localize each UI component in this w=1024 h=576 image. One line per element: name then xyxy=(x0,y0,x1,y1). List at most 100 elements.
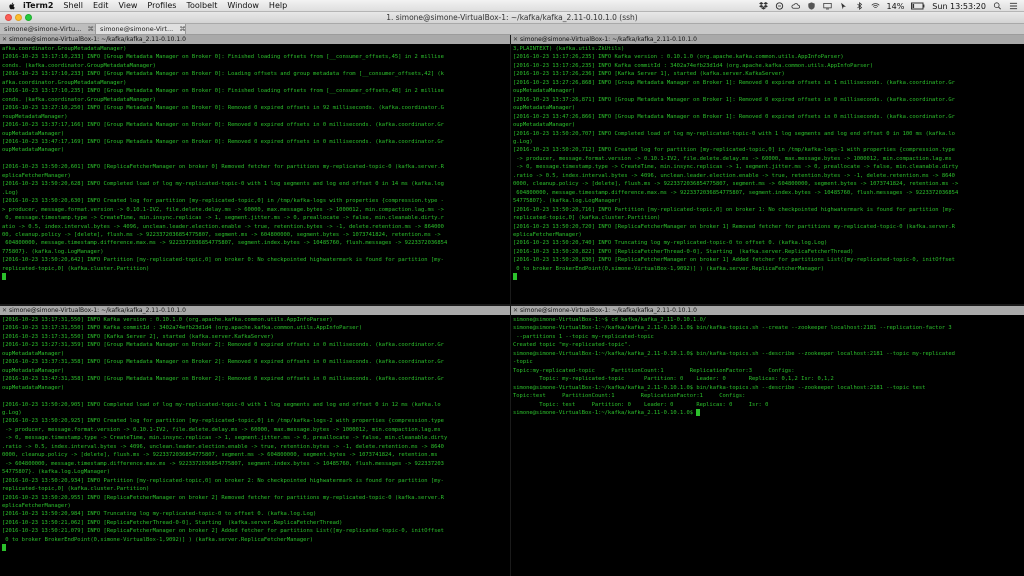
terminal-line: [2016-10-23 13:17:31,550] INFO Kafka ver… xyxy=(2,317,333,323)
terminal-cursor xyxy=(2,273,6,281)
pane-title: simone@simone-VirtualBox-1: ~/kafka/kafk… xyxy=(520,307,697,314)
terminal-line: conds. (kafka.coordinator.GroupMetadataM… xyxy=(2,96,156,103)
close-pane-icon[interactable]: ✕ xyxy=(2,35,9,44)
terminal-line: -> 0, message.timestamp.type -> CreateTi… xyxy=(2,435,448,442)
terminal-line: eplicaFetcherManager) xyxy=(2,502,71,509)
close-pane-icon[interactable]: ✕ xyxy=(2,306,9,315)
dropbox-icon[interactable] xyxy=(758,2,768,10)
terminal-line: Topic: test Partition: 0 Leader: 0 Repli… xyxy=(513,401,769,408)
terminal-pane-broker-0[interactable]: ✕ simone@simone-VirtualBox-1: ~/kafka/kaf… xyxy=(0,35,510,304)
terminal-line: [2016-10-23 13:17:26,235] INFO Kafka com… xyxy=(513,62,874,69)
terminal-line: .ratio -> 0.5, index.interval.bytes -> 4… xyxy=(513,172,955,179)
terminal-line: 0, message.timestamp.type -> CreateTime,… xyxy=(2,215,444,222)
terminal-line: afka.coordinator.GroupMetadataManager) xyxy=(2,46,127,52)
terminal-line: [2016-10-23 13:50:20,642] INFO Partition… xyxy=(2,257,444,264)
terminal-line: -> producer, message.format.version -> 0… xyxy=(513,155,952,162)
terminal-pane-broker-1[interactable]: ✕ simone@simone-VirtualBox-1: ~/kafka/kaf… xyxy=(511,35,1024,304)
terminal-pane-shell[interactable]: ✕ simone@simone-VirtualBox-1: ~/kafka/kaf… xyxy=(511,306,1024,576)
bluetooth-icon[interactable] xyxy=(855,2,864,10)
menu-edit[interactable]: Edit xyxy=(93,0,109,12)
terminal-line: [2016-10-23 13:50:20,955] INFO [ReplicaF… xyxy=(2,494,444,501)
menu-app-iterm2[interactable]: iTerm2 xyxy=(23,0,53,12)
terminal-line: [2016-10-23 13:50:20,822] INFO [ReplicaF… xyxy=(513,248,854,255)
menu-toolbelt[interactable]: Toolbelt xyxy=(186,0,217,12)
terminal-line: oupMetadataManager) xyxy=(513,88,576,95)
terminal-line: eplicaFetcherManager) xyxy=(513,231,582,238)
terminal-line: [2016-10-23 13:17:26,236] INFO [Kafka Se… xyxy=(513,71,785,78)
terminal-line: [2016-10-23 13:50:20,830] INFO [ReplicaF… xyxy=(513,257,955,264)
cursor-line xyxy=(513,273,1022,281)
terminal-line: oupMetadataManager) xyxy=(2,350,65,357)
terminal-line: [2016-10-23 13:17:10,233] INFO [Group Me… xyxy=(2,71,444,78)
cursor-icon[interactable] xyxy=(839,2,848,10)
terminal-line: Topic:my-replicated-topic PartitionCount… xyxy=(513,367,795,374)
terminal-line: [2016-10-23 13:50:20,712] INFO Created l… xyxy=(513,147,955,154)
terminal-output: simone@simone-VirtualBox-1:~$ cd kafka/k… xyxy=(511,315,1024,418)
terminal-line: oupMetadataManager) xyxy=(2,384,65,391)
terminal-line: simone@simone-VirtualBox-1:~$ cd kafka/k… xyxy=(513,317,707,323)
evernote-icon[interactable] xyxy=(775,2,784,10)
menu-help[interactable]: Help xyxy=(269,0,287,12)
close-pane-icon[interactable]: ✕ xyxy=(513,306,520,315)
clock[interactable]: Sun 13:53:20 xyxy=(932,2,986,11)
terminal-pane-broker-2[interactable]: ✕ simone@simone-VirtualBox-1: ~/kafka/kaf… xyxy=(0,306,510,576)
shield-icon[interactable] xyxy=(807,2,816,10)
tab-shortcut: ⌘2 xyxy=(179,25,186,33)
terminal-line: [2016-10-23 13:50:20,716] INFO Partition… xyxy=(513,206,955,213)
tab-2[interactable]: simone@simone-Virt... ⌘2 xyxy=(96,24,186,34)
terminal-line: oupMetadataManager) xyxy=(2,130,65,137)
menu-view[interactable]: View xyxy=(118,0,137,12)
cloud-icon[interactable] xyxy=(791,2,800,10)
terminal-line: .Log) xyxy=(2,189,19,196)
terminal-line: 775807}. (kafka.log.LogManager) xyxy=(2,248,104,255)
terminal-line: [2016-10-23 13:17:10,235] INFO [Group Me… xyxy=(2,88,444,95)
terminal-line: oupMetadataManager) xyxy=(2,147,65,154)
close-pane-icon[interactable]: ✕ xyxy=(513,35,520,44)
menu-bar: iTerm2 Shell Edit View Profiles Toolbelt… xyxy=(0,0,1024,12)
terminal-line: [2016-10-23 13:50:20,630] INFO Created l… xyxy=(2,198,444,205)
terminal-line: [2016-10-23 13:50:21,062] INFO [ReplicaF… xyxy=(2,519,343,526)
terminal-output: afka.coordinator.GroupMetadataManager) [2… xyxy=(0,44,510,283)
terminal-line: [2016-10-23 13:47:26,866] INFO [Group Me… xyxy=(513,113,955,120)
pane-header: ✕ simone@simone-VirtualBox-1: ~/kafka/kaf… xyxy=(0,306,510,315)
status-area: 14% Sun 13:53:20 xyxy=(752,0,1018,12)
terminal-output: 3,PLAINTEXT) (kafka.utils.ZkUtils) [2016-… xyxy=(511,44,1024,283)
menu-window[interactable]: Window xyxy=(227,0,259,12)
terminal-line: [2016-10-23 13:50:20,628] INFO Completed… xyxy=(2,181,444,188)
pane-header: ✕ simone@simone-VirtualBox-1: ~/kafka/kaf… xyxy=(0,35,510,44)
notification-center-icon[interactable] xyxy=(1009,2,1018,10)
terminal-line: replicated-topic,0] (kafka.cluster.Parti… xyxy=(2,265,150,272)
terminal-line: conds. (kafka.coordinator.GroupMetadataM… xyxy=(2,62,156,69)
terminal-line: [2016-10-23 13:50:20,740] INFO Truncatin… xyxy=(513,240,828,247)
tab-1[interactable]: simone@simone-Virtu... ⌘1 xyxy=(0,24,96,34)
terminal-line: [2016-10-23 13:50:20,720] INFO [ReplicaF… xyxy=(513,223,955,230)
terminal-line: 54775807}. (kafka.log.LogManager) xyxy=(513,198,622,205)
wifi-icon[interactable] xyxy=(870,2,880,10)
battery-icon[interactable] xyxy=(911,2,925,10)
terminal-line: g.Log) xyxy=(513,138,533,145)
terminal-line: 604800000, message.timestamp.difference.… xyxy=(2,240,448,247)
display-icon[interactable] xyxy=(822,2,832,10)
menu-profiles[interactable]: Profiles xyxy=(147,0,176,12)
cursor-line xyxy=(2,273,508,281)
terminal-line: simone@simone-VirtualBox-1:~/kafka/kafka… xyxy=(513,350,955,357)
terminal-line: 3,PLAINTEXT) (kafka.utils.ZkUtils) xyxy=(513,46,625,52)
terminal-line: replicated-topic,0] (kafka.cluster.Parti… xyxy=(2,486,150,493)
menu-shell[interactable]: Shell xyxy=(63,0,83,12)
pane-header: ✕ simone@simone-VirtualBox-1: ~/kafka/kaf… xyxy=(511,306,1024,315)
cursor-line xyxy=(2,544,508,552)
terminal-line: [2016-10-23 13:17:10,233] INFO [Group Me… xyxy=(2,54,444,61)
terminal-line: [2016-10-23 13:17:31,550] INFO Kafka com… xyxy=(2,325,363,332)
pane-title: simone@simone-VirtualBox-1: ~/kafka/kafk… xyxy=(9,36,186,43)
window-title-bar: 1. simone@simone-VirtualBox-1: ~/kafka/k… xyxy=(0,12,1024,24)
terminal-line: -> 0, message.timestamp.type -> CreateTi… xyxy=(513,164,959,171)
apple-icon[interactable] xyxy=(7,2,17,10)
pane-header: ✕ simone@simone-VirtualBox-1: ~/kafka/kaf… xyxy=(511,35,1024,44)
terminal-line: replicated-topic,0] (kafka.cluster.Parti… xyxy=(513,215,661,222)
search-icon[interactable] xyxy=(993,2,1002,10)
terminal-cursor xyxy=(696,408,701,416)
terminal-line: atio -> 0.5, index.interval.bytes -> 409… xyxy=(2,223,444,230)
battery-percent: 14% xyxy=(886,1,905,11)
